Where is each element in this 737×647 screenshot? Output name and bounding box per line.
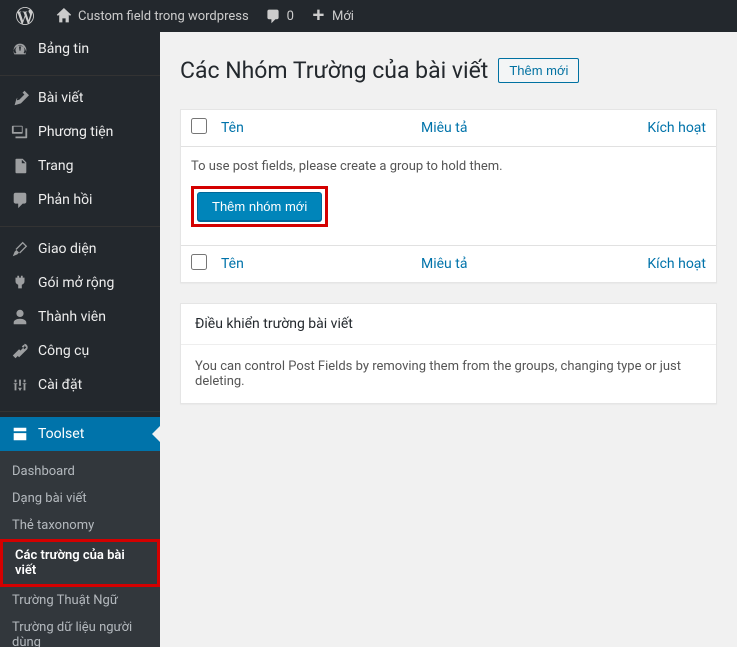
submenu-user-fields[interactable]: Trường dữ liệu người dùng	[0, 614, 160, 647]
admin-sidebar: Bảng tin Bài viết Phương tiện Trang Phản…	[0, 32, 160, 647]
table-header-row: Tên Miêu tả Kích hoạt	[181, 110, 716, 147]
home-icon	[56, 8, 72, 24]
toolset-icon	[10, 425, 30, 443]
control-panel: Điều khiển trường bài viết You can contr…	[180, 303, 717, 404]
submenu-taxonomies[interactable]: Thẻ taxonomy	[0, 512, 160, 539]
comment-count: 0	[287, 9, 294, 24]
menu-label: Giao diện	[38, 241, 96, 257]
menu-dashboard[interactable]: Bảng tin	[0, 32, 160, 66]
menu-appearance[interactable]: Giao diện	[0, 232, 160, 266]
comments-link[interactable]: 0	[257, 0, 302, 32]
page-icon	[10, 157, 30, 175]
media-icon	[10, 123, 30, 141]
menu-label: Phản hồi	[38, 192, 92, 208]
add-new-button[interactable]: Thêm mới	[498, 58, 579, 83]
menu-posts[interactable]: Bài viết	[0, 81, 160, 115]
sliders-icon	[10, 376, 30, 394]
menu-tools[interactable]: Công cụ	[0, 334, 160, 368]
menu-toolset[interactable]: Toolset	[0, 417, 160, 451]
wrench-icon	[10, 342, 30, 360]
select-all-checkbox-bottom[interactable]	[191, 254, 207, 270]
control-panel-body: You can control Post Fields by removing …	[181, 345, 716, 403]
admin-toolbar: Custom field trong wordpress 0 Mới	[0, 0, 737, 32]
col-desc-header[interactable]: Miêu tả	[421, 120, 626, 136]
comment-icon	[265, 8, 281, 24]
menu-users[interactable]: Thành viên	[0, 300, 160, 334]
empty-message: To use post fields, please create a grou…	[191, 159, 706, 174]
menu-label: Cài đặt	[38, 377, 82, 393]
menu-label: Gói mở rộng	[38, 275, 114, 291]
new-content-link[interactable]: Mới	[302, 0, 362, 32]
page-heading: Các Nhóm Trường của bài viết Thêm mới	[180, 57, 717, 84]
page-title: Các Nhóm Trường của bài viết	[180, 57, 488, 84]
col-desc-footer[interactable]: Miêu tả	[421, 256, 626, 272]
site-home-link[interactable]: Custom field trong wordpress	[48, 0, 257, 32]
menu-settings[interactable]: Cài đặt	[0, 368, 160, 402]
submenu-post-types[interactable]: Dạng bài viết	[0, 485, 160, 512]
control-panel-header: Điều khiển trường bài viết	[181, 304, 716, 345]
brush-icon	[10, 240, 30, 258]
submenu-term-fields[interactable]: Trường Thuật Ngữ	[0, 587, 160, 614]
col-active-header[interactable]: Kích hoạt	[626, 120, 706, 136]
menu-separator	[0, 222, 160, 227]
user-icon	[10, 308, 30, 326]
plugin-icon	[10, 274, 30, 292]
menu-label: Bảng tin	[38, 41, 89, 57]
wordpress-icon	[16, 7, 34, 25]
menu-label: Bài viết	[38, 90, 83, 106]
submenu-post-fields[interactable]: Các trường của bài viết	[0, 539, 160, 587]
menu-label: Toolset	[38, 426, 84, 442]
submenu-dashboard[interactable]: Dashboard	[0, 458, 160, 485]
wp-logo[interactable]	[8, 0, 48, 32]
dashboard-icon	[10, 40, 30, 58]
toolset-submenu: Dashboard Dạng bài viết Thẻ taxonomy Các…	[0, 451, 160, 647]
col-active-footer[interactable]: Kích hoạt	[626, 256, 706, 272]
menu-plugins[interactable]: Gói mở rộng	[0, 266, 160, 300]
new-label: Mới	[332, 9, 354, 24]
menu-pages[interactable]: Trang	[0, 149, 160, 183]
menu-media[interactable]: Phương tiện	[0, 115, 160, 149]
menu-separator	[0, 71, 160, 76]
col-name-footer[interactable]: Tên	[221, 256, 421, 272]
main-content: Các Nhóm Trường của bài viết Thêm mới Tê…	[160, 32, 737, 647]
menu-separator	[0, 407, 160, 412]
menu-label: Công cụ	[38, 343, 89, 359]
table-body: To use post fields, please create a grou…	[181, 147, 716, 245]
add-group-button[interactable]: Thêm nhóm mới	[197, 192, 322, 221]
highlight-add-group: Thêm nhóm mới	[191, 186, 328, 227]
groups-table: Tên Miêu tả Kích hoạt To use post fields…	[180, 109, 717, 283]
menu-comments[interactable]: Phản hồi	[0, 183, 160, 217]
menu-label: Thành viên	[38, 309, 106, 325]
select-all-checkbox[interactable]	[191, 118, 207, 134]
comment-icon	[10, 191, 30, 209]
menu-label: Phương tiện	[38, 124, 113, 140]
plus-icon	[310, 8, 326, 24]
menu-label: Trang	[38, 158, 74, 174]
table-footer-row: Tên Miêu tả Kích hoạt	[181, 245, 716, 282]
pin-icon	[10, 89, 30, 107]
site-name: Custom field trong wordpress	[78, 9, 249, 24]
col-name-header[interactable]: Tên	[221, 120, 421, 136]
